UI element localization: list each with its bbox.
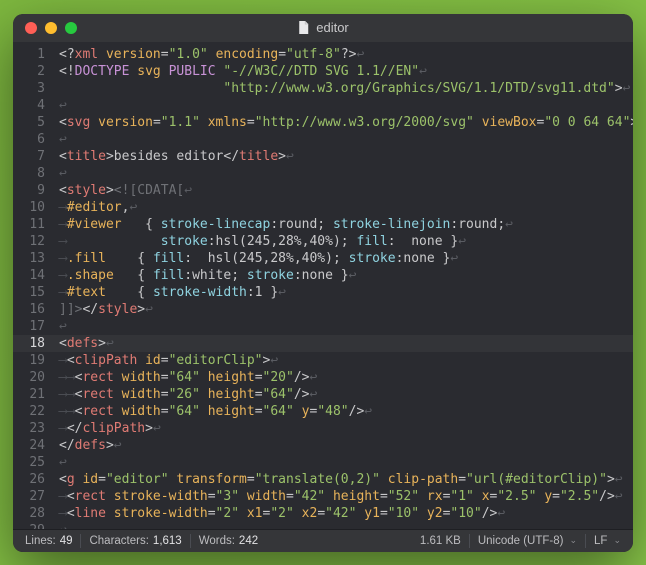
code-line[interactable]: <defs>↩ (59, 335, 633, 352)
line-ending-value: LF (594, 535, 607, 547)
code-line[interactable]: ⟶⟶<rect width="26" height="64"/>↩ (59, 386, 633, 403)
status-words[interactable]: Words: 242 (195, 535, 262, 547)
line-number[interactable]: 16 (13, 301, 45, 318)
line-number[interactable]: 13 (13, 250, 45, 267)
line-number[interactable]: 20 (13, 369, 45, 386)
chevron-down-icon: ⌄ (613, 535, 621, 546)
code-line[interactable]: ↩ (59, 454, 633, 471)
code-line[interactable]: ⟶ stroke:hsl(245,28%,40%); fill: none }↩ (59, 233, 633, 250)
line-number[interactable]: 22 (13, 403, 45, 420)
code-line[interactable]: ⟶.shape { fill:white; stroke:none }↩ (59, 267, 633, 284)
code-line[interactable]: ⟶<clipPath id="editorClip">↩ (59, 352, 633, 369)
lines-label: Lines: (25, 535, 56, 547)
words-label: Words: (199, 535, 235, 547)
separator (585, 534, 586, 548)
chars-label: Characters: (89, 535, 148, 547)
line-number[interactable]: 27 (13, 488, 45, 505)
code-line[interactable]: ⟶</clipPath>↩ (59, 420, 633, 437)
line-number[interactable]: 14 (13, 267, 45, 284)
line-number[interactable]: 15 (13, 284, 45, 301)
line-number[interactable]: 3 (13, 80, 45, 97)
code-line[interactable]: ↩ (59, 522, 633, 529)
code-line[interactable]: ⟶⟶<rect width="64" height="20"/>↩ (59, 369, 633, 386)
code-line[interactable]: ⟶.fill { fill: hsl(245,28%,40%); stroke:… (59, 250, 633, 267)
line-number[interactable]: 21 (13, 386, 45, 403)
line-number[interactable]: 19 (13, 352, 45, 369)
code-line[interactable]: ↩ (59, 165, 633, 182)
line-number[interactable]: 26 (13, 471, 45, 488)
code-line[interactable]: ⟶⟶<rect width="64" height="64" y="48"/>↩ (59, 403, 633, 420)
chars-value: 1,613 (153, 535, 182, 547)
code-line[interactable]: <style><![CDATA[↩ (59, 182, 633, 199)
lines-value: 49 (60, 535, 73, 547)
code-line[interactable]: <!DOCTYPE svg PUBLIC "-//W3C//DTD SVG 1.… (59, 63, 633, 80)
status-encoding[interactable]: Unicode (UTF-8) ⌄ (474, 535, 581, 547)
code-line[interactable]: ↩ (59, 97, 633, 114)
line-number[interactable]: 23 (13, 420, 45, 437)
line-number[interactable]: 2 (13, 63, 45, 80)
separator (190, 534, 191, 548)
traffic-lights (13, 22, 77, 34)
line-number[interactable]: 24 (13, 437, 45, 454)
editor-window: editor 123456789101112131415161718192021… (13, 14, 633, 552)
line-number[interactable]: 17 (13, 318, 45, 335)
line-number[interactable]: 29 (13, 522, 45, 529)
code-line[interactable]: ⟶<line stroke-width="2" x1="2" x2="42" y… (59, 505, 633, 522)
line-number[interactable]: 7 (13, 148, 45, 165)
line-number[interactable]: 1 (13, 46, 45, 63)
code-line[interactable]: <?xml version="1.0" encoding="utf-8"?>↩ (59, 46, 633, 63)
status-filesize[interactable]: 1.61 KB (416, 535, 465, 547)
chevron-down-icon: ⌄ (569, 535, 577, 546)
line-number[interactable]: 12 (13, 233, 45, 250)
window-title: editor (297, 20, 349, 35)
line-number[interactable]: 6 (13, 131, 45, 148)
separator (469, 534, 470, 548)
code-line[interactable]: </defs>↩ (59, 437, 633, 454)
code-line[interactable]: <title>besides editor</title>↩ (59, 148, 633, 165)
status-lines[interactable]: Lines: 49 (21, 535, 76, 547)
window-title-text: editor (316, 20, 349, 35)
status-characters[interactable]: Characters: 1,613 (85, 535, 185, 547)
code-line[interactable]: ↩ (59, 131, 633, 148)
maximize-button[interactable] (65, 22, 77, 34)
line-number[interactable]: 5 (13, 114, 45, 131)
minimize-button[interactable] (45, 22, 57, 34)
code-line[interactable]: "http://www.w3.org/Graphics/SVG/1.1/DTD/… (59, 80, 633, 97)
code-line[interactable]: ↩ (59, 318, 633, 335)
code-line[interactable]: <g id="editor" transform="translate(0,2)… (59, 471, 633, 488)
code-content[interactable]: <?xml version="1.0" encoding="utf-8"?>↩<… (53, 42, 633, 529)
statusbar: Lines: 49 Characters: 1,613 Words: 242 1… (13, 529, 633, 552)
code-line[interactable]: ⟶#text { stroke-width:1 }↩ (59, 284, 633, 301)
line-number-gutter[interactable]: 1234567891011121314151617181920212223242… (13, 42, 53, 529)
status-line-ending[interactable]: LF ⌄ (590, 535, 625, 547)
filesize-value: 1.61 KB (420, 535, 461, 547)
line-number[interactable]: 28 (13, 505, 45, 522)
code-line[interactable]: <svg version="1.1" xmlns="http://www.w3.… (59, 114, 633, 131)
separator (80, 534, 81, 548)
close-button[interactable] (25, 22, 37, 34)
line-number[interactable]: 11 (13, 216, 45, 233)
code-line[interactable]: ⟶#viewer { stroke-linecap:round; stroke-… (59, 216, 633, 233)
titlebar[interactable]: editor (13, 14, 633, 42)
code-line[interactable]: ⟶<rect stroke-width="3" width="42" heigh… (59, 488, 633, 505)
code-line[interactable]: ]]></style>↩ (59, 301, 633, 318)
words-value: 242 (239, 535, 258, 547)
line-number[interactable]: 4 (13, 97, 45, 114)
document-icon (297, 20, 310, 35)
line-number[interactable]: 25 (13, 454, 45, 471)
editor-area[interactable]: 1234567891011121314151617181920212223242… (13, 42, 633, 529)
line-number[interactable]: 10 (13, 199, 45, 216)
code-line[interactable]: ⟶#editor,↩ (59, 199, 633, 216)
line-number[interactable]: 8 (13, 165, 45, 182)
encoding-value: Unicode (UTF-8) (478, 535, 564, 547)
line-number[interactable]: 9 (13, 182, 45, 199)
